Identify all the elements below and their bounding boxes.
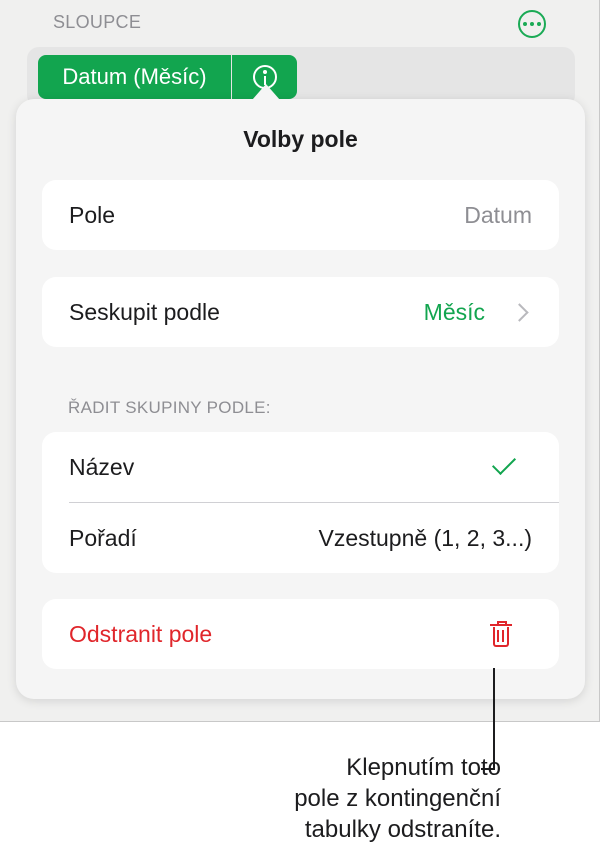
delete-field-button[interactable]: Odstranit pole: [42, 599, 559, 669]
sort-row-order-label: Pořadí: [69, 524, 137, 551]
group-by-label: Seskupit podle: [69, 298, 220, 325]
sort-row-name-label: Název: [69, 453, 135, 480]
group-by-value: Měsíc: [423, 298, 485, 325]
group-by-row[interactable]: Seskupit podle Měsíc: [42, 277, 559, 347]
popover-title: Volby pole: [243, 126, 358, 152]
callout-text: Klepnutím toto pole z kontingenční tabul…: [294, 754, 501, 843]
section-label: SLOUPCE: [53, 12, 142, 32]
ellipsis-circle-icon[interactable]: [518, 10, 546, 38]
sort-row-order-value: Vzestupně (1, 2, 3...): [318, 524, 532, 551]
field-row-value: Datum: [464, 201, 532, 228]
sort-row-order[interactable]: Pořadí Vzestupně (1, 2, 3...): [42, 503, 559, 573]
popover-arrow: [252, 84, 280, 100]
sort-section-label: ŘADIT SKUPINY PODLE:: [68, 398, 271, 417]
group-by-card: Seskupit podle Měsíc: [42, 277, 559, 347]
field-row-label: Pole: [69, 201, 116, 228]
field-chip-datum-mesic[interactable]: Datum (Měsíc): [38, 55, 231, 99]
delete-field-label: Odstranit pole: [69, 620, 213, 647]
chevron-right-icon: [510, 302, 529, 322]
trash-icon[interactable]: [490, 621, 512, 647]
sort-row-name[interactable]: Název: [42, 432, 559, 502]
field-card: Pole Datum: [42, 180, 559, 250]
sort-card: Název Pořadí Vzestupně (1, 2, 3...): [42, 432, 559, 573]
field-row: Pole Datum: [42, 180, 559, 250]
delete-card: Odstranit pole: [42, 599, 559, 669]
